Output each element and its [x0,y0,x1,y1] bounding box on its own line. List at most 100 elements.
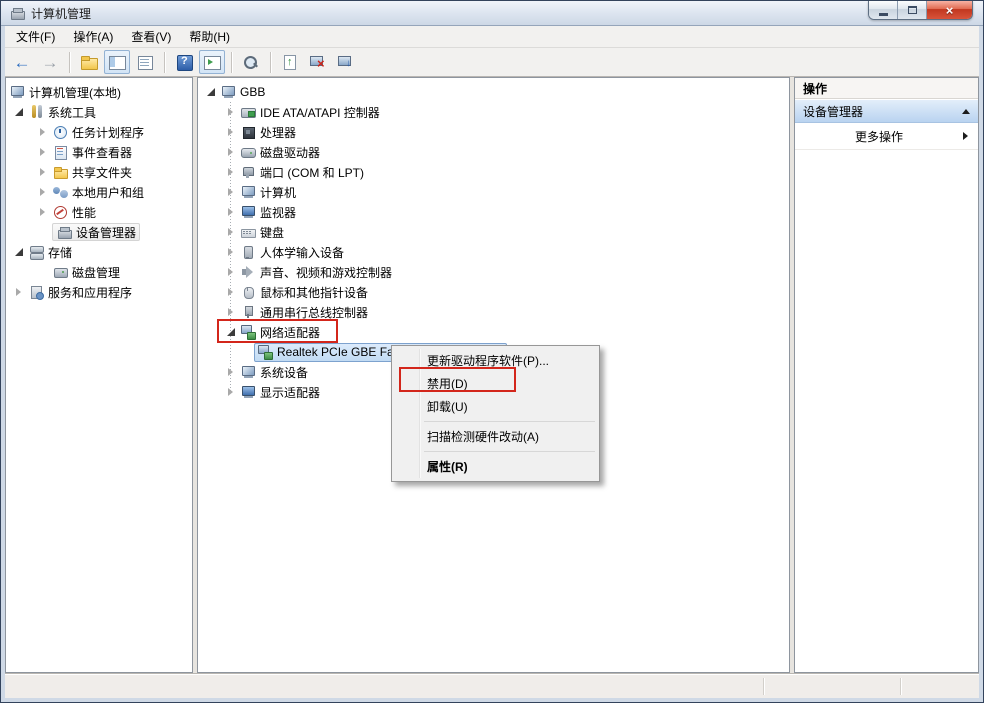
scan-button[interactable] [238,50,264,74]
tree-item-hid-devices[interactable]: 人体学输入设备 [198,242,789,262]
more-actions-item[interactable]: 更多操作 [795,123,978,150]
selected-tree-item[interactable]: 设备管理器 [52,223,140,241]
context-menu-item-uninstall[interactable]: 卸载(U) [394,395,597,418]
tree-item-task-scheduler[interactable]: 任务计划程序 [6,122,192,142]
console-tree-toggle-button[interactable] [104,50,130,74]
tree-item-label[interactable]: 设备管理器 [76,224,136,241]
minimize-button[interactable] [869,1,898,19]
collapsed-arrow-icon[interactable] [226,387,236,397]
tree-item-storage[interactable]: 存储 [6,242,192,262]
collapsed-arrow-icon[interactable] [226,207,236,217]
export-list-button[interactable] [76,50,102,74]
tree-item-keyboards[interactable]: 键盘 [198,222,789,242]
context-menu-item-scan-hardware[interactable]: 扫描检测硬件改动(A) [394,425,597,448]
tree-item-label[interactable]: 声音、视频和游戏控制器 [260,264,392,281]
tree-item-monitors[interactable]: 监视器 [198,202,789,222]
disable-device-button[interactable] [305,50,331,74]
collapsed-arrow-icon[interactable] [226,147,236,157]
tree-item-label[interactable]: 系统工具 [48,104,96,121]
title-bar[interactable]: 计算机管理 × [1,1,983,26]
tree-item-label[interactable]: IDE ATA/ATAPI 控制器 [260,104,380,121]
context-menu-item-update-driver[interactable]: 更新驱动程序软件(P)... [394,349,597,372]
help-button[interactable] [171,50,197,74]
tree-item-label[interactable]: 网络适配器 [260,324,320,341]
tree-item-ports[interactable]: 端口 (COM 和 LPT) [198,162,789,182]
tree-item-network-adapters[interactable]: 网络适配器 [198,322,789,342]
scan-hardware-changes-button[interactable] [333,50,359,74]
tree-item-label[interactable]: 计算机管理(本地) [29,84,121,101]
tree-item-local-users-groups[interactable]: 本地用户和组 [6,182,192,202]
menu-action[interactable]: 操作(A) [64,25,122,48]
tree-item-services-applications[interactable]: 服务和应用程序 [6,282,192,302]
update-driver-button[interactable] [277,50,303,74]
tree-item-label[interactable]: 服务和应用程序 [48,284,132,301]
tree-item-label[interactable]: 存储 [48,244,72,261]
collapsed-arrow-icon[interactable] [226,267,236,277]
tree-item-label[interactable]: 共享文件夹 [72,164,132,181]
tree-item-label[interactable]: GBB [240,85,265,99]
tree-item-computer[interactable]: 计算机 [198,182,789,202]
tree-item-disk-management[interactable]: 磁盘管理 [6,262,192,282]
menu-help[interactable]: 帮助(H) [180,25,239,48]
tree-item-label[interactable]: 通用串行总线控制器 [260,304,368,321]
maximize-button[interactable] [898,1,927,19]
actions-section-device-manager[interactable]: 设备管理器 [795,99,978,123]
collapsed-arrow-icon[interactable] [226,247,236,257]
tree-item-system-tools[interactable]: 系统工具 [6,102,192,122]
tree-item-label[interactable]: 监视器 [260,204,296,221]
tree-item-shared-folders[interactable]: 共享文件夹 [6,162,192,182]
tree-item-mice[interactable]: 鼠标和其他指针设备 [198,282,789,302]
collapsed-arrow-icon[interactable] [38,127,48,137]
collapsed-arrow-icon[interactable] [226,227,236,237]
tree-item-label[interactable]: 计算机 [260,184,296,201]
tree-item-usb-controllers[interactable]: 通用串行总线控制器 [198,302,789,322]
collapsed-arrow-icon[interactable] [38,167,48,177]
expanded-arrow-icon[interactable] [14,107,24,117]
tree-item-device-manager[interactable]: 设备管理器 [6,222,192,242]
tree-item-ide-controllers[interactable]: IDE ATA/ATAPI 控制器 [198,102,789,122]
tree-item-label[interactable]: 处理器 [260,124,296,141]
collapsed-arrow-icon[interactable] [226,127,236,137]
tree-item-label[interactable]: 性能 [72,204,96,221]
back-button[interactable]: ← [9,50,35,74]
tree-item-sound-controllers[interactable]: 声音、视频和游戏控制器 [198,262,789,282]
properties-button[interactable] [132,50,158,74]
menu-view[interactable]: 查看(V) [122,25,180,48]
tree-item-label[interactable]: 端口 (COM 和 LPT) [260,164,364,181]
tree-item-gbb[interactable]: GBB [198,82,789,102]
collapse-section-icon[interactable] [962,109,970,114]
collapsed-arrow-icon[interactable] [38,207,48,217]
context-menu-item-properties[interactable]: 属性(R) [394,455,597,478]
collapsed-arrow-icon[interactable] [226,307,236,317]
tree-item-label[interactable]: 系统设备 [260,364,308,381]
expanded-arrow-icon[interactable] [206,87,216,97]
tree-item-label[interactable]: 键盘 [260,224,284,241]
close-button[interactable]: × [927,1,972,19]
expanded-arrow-icon[interactable] [226,327,236,337]
tree-item-label[interactable]: 人体学输入设备 [260,244,344,261]
forward-button[interactable]: → [37,50,63,74]
tree-item-label[interactable]: 事件查看器 [72,144,132,161]
context-menu-item-disable[interactable]: 禁用(D) [394,372,597,395]
action-pane-toggle-button[interactable] [199,50,225,74]
expanded-arrow-icon[interactable] [14,247,24,257]
collapsed-arrow-icon[interactable] [14,287,24,297]
tree-item-disk-drives[interactable]: 磁盘驱动器 [198,142,789,162]
tree-item-label[interactable]: 磁盘管理 [72,264,120,281]
collapsed-arrow-icon[interactable] [226,367,236,377]
tree-item-label[interactable]: 鼠标和其他指针设备 [260,284,368,301]
tree-item-computer-management[interactable]: 计算机管理(本地) [6,82,192,102]
tree-item-label[interactable]: 本地用户和组 [72,184,144,201]
tree-item-event-viewer[interactable]: 事件查看器 [6,142,192,162]
tree-item-label[interactable]: 任务计划程序 [72,124,144,141]
tree-item-label[interactable]: 磁盘驱动器 [260,144,320,161]
collapsed-arrow-icon[interactable] [226,107,236,117]
tree-item-label[interactable]: 显示适配器 [260,384,320,401]
collapsed-arrow-icon[interactable] [38,147,48,157]
menu-file[interactable]: 文件(F) [7,25,64,48]
collapsed-arrow-icon[interactable] [226,167,236,177]
tree-item-processors[interactable]: 处理器 [198,122,789,142]
collapsed-arrow-icon[interactable] [38,187,48,197]
collapsed-arrow-icon[interactable] [226,187,236,197]
collapsed-arrow-icon[interactable] [226,287,236,297]
